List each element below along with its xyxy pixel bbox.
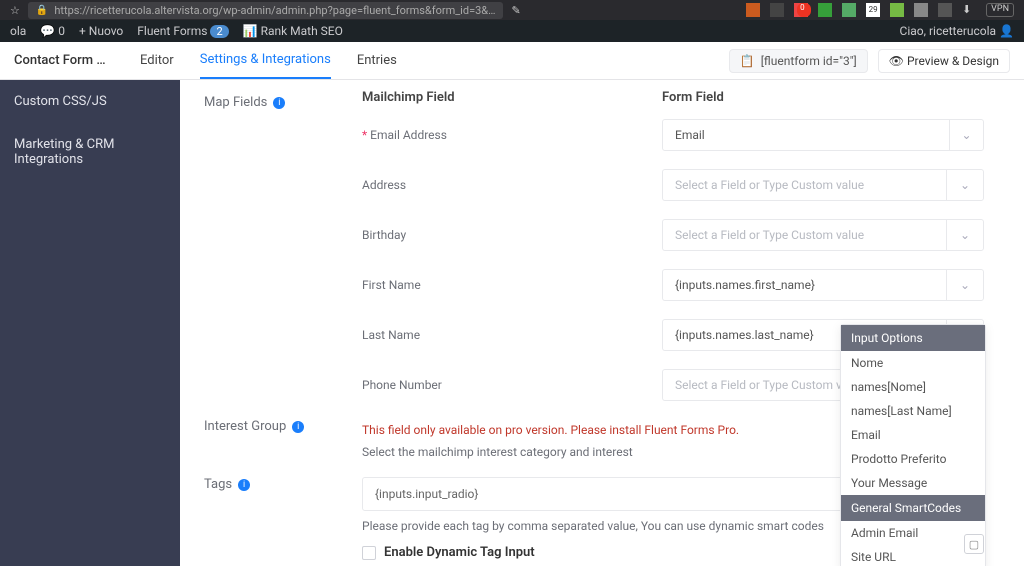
dropdown-option[interactable]: Nome	[841, 351, 985, 375]
map-fields-label: Map Fields i	[204, 95, 362, 110]
url-text: https://ricetterucola.altervista.org/wp-…	[54, 4, 495, 17]
address-input[interactable]: Select a Field or Type Custom value	[662, 169, 946, 201]
ext-icon[interactable]	[890, 3, 904, 17]
url-bar[interactable]: 🔒 https://ricetterucola.altervista.org/w…	[28, 2, 504, 19]
birthday-input[interactable]: Select a Field or Type Custom value	[662, 219, 946, 251]
address-dropdown[interactable]: ⌄	[946, 169, 984, 201]
info-icon[interactable]: i	[273, 97, 285, 109]
settings-sidebar: Custom CSS/JS Marketing & CRM Integratio…	[0, 80, 180, 566]
interest-group-label: Interest Group i	[204, 419, 362, 434]
dropdown-header-general: General SmartCodes	[841, 495, 985, 521]
lock-icon: 🔒	[36, 5, 48, 16]
comments-link[interactable]: 💬 0	[40, 24, 65, 38]
browser-chrome: ☆ 🔒 https://ricetterucola.altervista.org…	[0, 0, 1024, 20]
chevron-down-icon: ⌄	[949, 120, 983, 150]
tab-settings[interactable]: Settings & Integrations	[200, 42, 331, 79]
dynamic-tag-checkbox[interactable]	[362, 546, 376, 560]
form-title: Contact Form Demo ...	[14, 53, 114, 68]
form-nav-bar: Contact Form Demo ... Editor Settings & …	[0, 42, 1024, 80]
map-row-birthday: Birthday Select a Field or Type Custom v…	[204, 219, 984, 251]
sidebar-item-marketing[interactable]: Marketing & CRM Integrations	[0, 123, 180, 181]
form-field-header: Form Field	[662, 90, 984, 105]
shortcode-display[interactable]: 📋[fluentform id="3"]	[729, 49, 868, 73]
fluentforms-link[interactable]: Fluent Forms 2	[137, 24, 228, 38]
sidebar-item-custom-css[interactable]: Custom CSS/JS	[0, 80, 180, 123]
ext-icon[interactable]	[938, 3, 952, 17]
dynamic-tag-label: Enable Dynamic Tag Input	[384, 545, 535, 560]
rankmath-link[interactable]: 📊 Rank Math SEO	[243, 24, 343, 38]
scroll-top-button[interactable]: ▢	[964, 534, 984, 554]
preview-button[interactable]: 👁 Preview & Design	[878, 49, 1010, 73]
mailchimp-field-header: Mailchimp Field	[362, 90, 662, 105]
firstname-input[interactable]: {inputs.names.first_name}	[662, 269, 946, 301]
new-content-link[interactable]: + Nuovo	[79, 24, 123, 38]
ext-icon[interactable]: 29	[866, 3, 880, 17]
required-asterisk: *	[362, 128, 367, 142]
ext-icon[interactable]	[818, 3, 832, 17]
chevron-down-icon: ⌄	[960, 178, 970, 192]
map-row-email: *Email Address Email ⌄	[204, 119, 984, 151]
map-row-firstname: First Name {inputs.names.first_name} ⌄	[204, 269, 984, 301]
edit-icon[interactable]: ✎	[511, 4, 520, 17]
extension-icons: 0 29 ⬇ VPN	[746, 3, 1014, 17]
tab-editor[interactable]: Editor	[140, 43, 174, 78]
dropdown-option[interactable]: Prodotto Preferito	[841, 447, 985, 471]
chevron-down-icon: ⌄	[960, 228, 970, 242]
ext-icon[interactable]: 0	[794, 3, 808, 17]
ext-icon[interactable]	[746, 3, 760, 17]
dropdown-option[interactable]: names[Nome]	[841, 375, 985, 399]
wp-site-name[interactable]: ola	[10, 24, 26, 38]
download-icon[interactable]: ⬇	[962, 3, 976, 17]
smartcode-dropdown: Input Options Nome names[Nome] names[Las…	[840, 324, 986, 566]
greeting[interactable]: Ciao, ricetterucola 👤	[900, 24, 1014, 38]
email-select[interactable]: Email ⌄	[662, 119, 984, 151]
birthday-dropdown[interactable]: ⌄	[946, 219, 984, 251]
wp-admin-bar: ola 💬 0 + Nuovo Fluent Forms 2 📊 Rank Ma…	[0, 20, 1024, 42]
dropdown-option[interactable]: Your Message	[841, 471, 985, 495]
dropdown-option[interactable]: names[Last Name]	[841, 399, 985, 423]
bookmark-icon[interactable]: ☆	[10, 4, 20, 17]
ext-icon[interactable]	[842, 3, 856, 17]
dropdown-header-input: Input Options	[841, 325, 985, 351]
chevron-down-icon: ⌄	[960, 278, 970, 292]
vpn-indicator[interactable]: VPN	[986, 3, 1014, 17]
main-content: Map Fields i Mailchimp Field Form Field …	[180, 80, 1024, 566]
ext-icon[interactable]	[770, 3, 784, 17]
copy-icon: 📋	[740, 54, 755, 68]
info-icon[interactable]: i	[238, 479, 250, 491]
tags-label: Tags i	[204, 477, 362, 492]
info-icon[interactable]: i	[292, 421, 304, 433]
ext-icon[interactable]	[914, 3, 928, 17]
tab-entries[interactable]: Entries	[357, 43, 397, 78]
map-row-address: Address Select a Field or Type Custom va…	[204, 169, 984, 201]
firstname-dropdown[interactable]: ⌄	[946, 269, 984, 301]
dropdown-option[interactable]: Email	[841, 423, 985, 447]
